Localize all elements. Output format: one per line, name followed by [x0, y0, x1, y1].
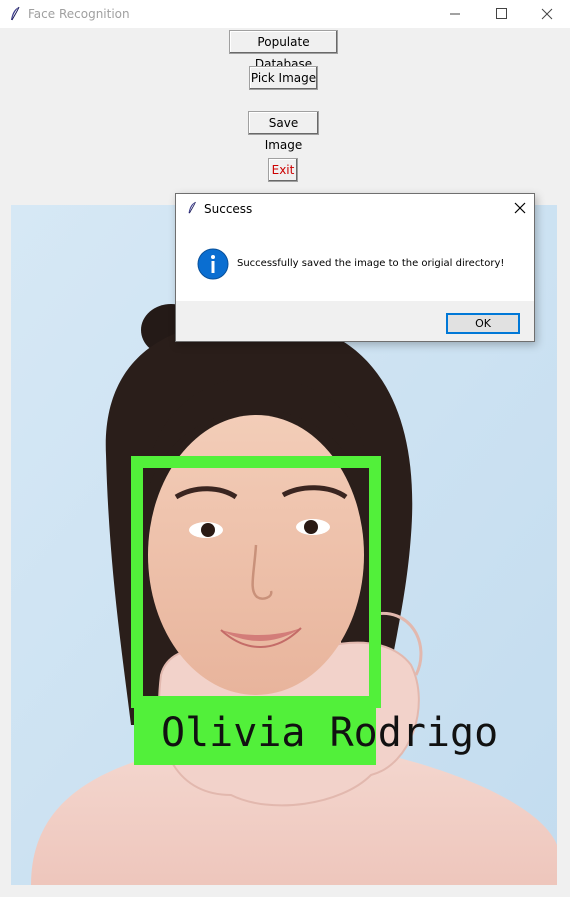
exit-button[interactable]: Exit — [268, 158, 298, 182]
title-bar: Face Recognition — [0, 0, 570, 28]
close-icon — [541, 8, 553, 20]
pick-image-button[interactable]: Pick Image — [249, 66, 318, 90]
success-dialog: Success Successfully saved the image to … — [175, 193, 535, 342]
populate-database-button[interactable]: Populate Database — [229, 30, 338, 71]
dialog-message: Successfully saved the image to the orig… — [237, 258, 505, 269]
close-window-button[interactable] — [524, 0, 570, 28]
recognized-name-label: Olivia Rodrigo — [161, 710, 499, 756]
dialog-close-button[interactable] — [506, 194, 534, 222]
dialog-title: Success — [204, 202, 253, 216]
maximize-icon — [496, 8, 507, 19]
minimize-button[interactable] — [432, 0, 478, 28]
minimize-icon — [450, 13, 460, 15]
info-icon — [197, 248, 229, 280]
window-title: Face Recognition — [28, 7, 130, 21]
close-icon — [514, 202, 526, 214]
maximize-button[interactable] — [478, 0, 524, 28]
feather-icon — [11, 6, 20, 21]
save-image-button[interactable]: Save Image — [248, 111, 319, 152]
ok-button[interactable]: OK — [446, 313, 520, 334]
dialog-footer: OK — [176, 301, 534, 341]
feather-icon — [188, 201, 196, 214]
